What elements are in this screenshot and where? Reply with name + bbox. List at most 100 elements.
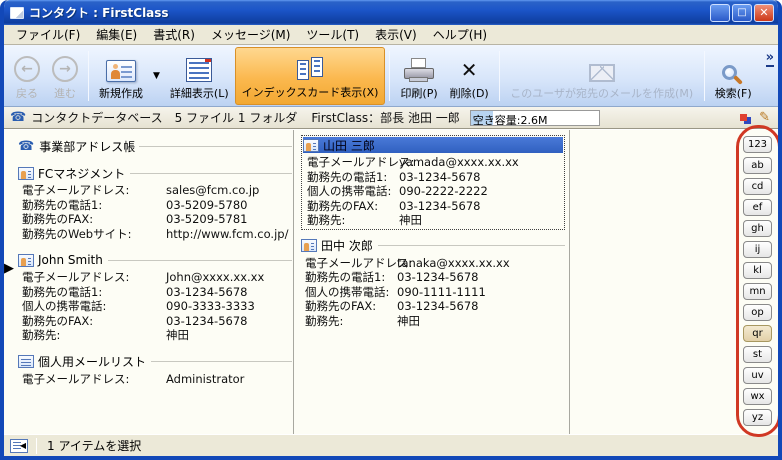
splitter-arrow[interactable]: ▶ xyxy=(4,262,14,276)
field-label: 電子メールアドレス: xyxy=(22,372,166,387)
index-tab-kl[interactable]: kl xyxy=(743,262,772,279)
create-mail-button[interactable]: このユーザが宛先のメールを作成(M) xyxy=(504,47,700,105)
field-label: 勤務先のFAX: xyxy=(22,314,166,329)
address-book-group-header[interactable]: ☎ 事業部アドレス帳 xyxy=(18,138,292,155)
back-button[interactable]: ← 戻る xyxy=(8,47,46,105)
field-label: 勤務先の電話1: xyxy=(22,198,166,213)
field-label: 勤務先のWebサイト: xyxy=(22,227,166,242)
new-item-dropdown-arrow[interactable]: ▼ xyxy=(149,71,164,81)
field-label: 勤務先: xyxy=(307,213,399,228)
free-space-label: 空き容量:2.6M xyxy=(473,112,548,126)
index-tab-gh[interactable]: gh xyxy=(743,220,772,237)
contact-field-row: 勤務先のWebサイト: http://www.fcm.co.jp/ xyxy=(22,227,292,242)
menu-item[interactable]: ヘルプ(H) xyxy=(425,25,495,44)
field-value: 神田 xyxy=(397,314,565,329)
field-value: 03-1234-5678 xyxy=(166,314,292,329)
menu-item[interactable]: 表示(V) xyxy=(367,25,425,44)
index-tab-ij[interactable]: ij xyxy=(743,241,772,258)
contact-field-row: 勤務先の電話1: 03-1234-5678 xyxy=(307,170,563,185)
field-label: 電子メールアドレス: xyxy=(22,270,166,285)
left-contact-panel: ☎ 事業部アドレス帳 FCマネジメント 電子メールアドレス: sales@fcm… xyxy=(12,130,292,397)
detail-list-icon xyxy=(186,58,212,82)
field-label: 電子メールアドレス: xyxy=(307,155,399,170)
index-tab-ef[interactable]: ef xyxy=(743,199,772,216)
database-summary: コンタクトデータベース 5 ファイル 1 フォルダ xyxy=(31,109,297,126)
window-icon xyxy=(10,7,24,19)
index-tab-st[interactable]: st xyxy=(743,346,772,363)
contact-card[interactable]: 田中 次郎 電子メールアドレス: tanaka@xxxx.xx.xx 勤務先の電… xyxy=(301,238,565,329)
contact-field-row: 勤務先: 神田 xyxy=(307,213,563,228)
printer-icon xyxy=(404,58,434,82)
pencil-icon[interactable]: ✎ xyxy=(759,110,770,125)
index-tab-mn[interactable]: mn xyxy=(743,283,772,300)
field-label: 勤務先のFAX: xyxy=(22,212,166,227)
flag-icon[interactable] xyxy=(740,114,747,121)
forward-button[interactable]: → 進む xyxy=(46,47,84,105)
field-value: 03-1234-5678 xyxy=(397,299,565,314)
contact-name: John Smith xyxy=(38,253,103,267)
close-button[interactable]: ✕ xyxy=(754,4,774,22)
field-label: 勤務先の電話1: xyxy=(305,270,397,285)
toolbar-separator xyxy=(389,51,390,101)
delete-button[interactable]: ✕ 削除(D) xyxy=(444,47,495,105)
field-label: 個人の携帯電話: xyxy=(305,285,397,300)
contact-field-row: 個人の携帯電話: 090-3333-3333 xyxy=(22,299,292,314)
contact-name: 個人用メールリスト xyxy=(38,353,146,370)
search-button[interactable]: 検索(F) xyxy=(709,47,758,105)
contact-card[interactable]: FCマネジメント 電子メールアドレス: sales@fcm.co.jp 勤務先の… xyxy=(18,165,292,241)
contact-field-row: 電子メールアドレス: Administrator xyxy=(22,372,292,387)
detail-view-button[interactable]: 詳細表示(L) xyxy=(164,47,235,105)
index-tab-123[interactable]: 123 xyxy=(743,136,772,153)
delete-x-icon: ✕ xyxy=(461,58,478,82)
field-value: http://www.fcm.co.jp/ xyxy=(166,227,292,242)
menu-item[interactable]: メッセージ(M) xyxy=(203,25,298,44)
field-value: Administrator xyxy=(166,372,292,387)
index-tab-wx[interactable]: wx xyxy=(743,388,772,405)
title-bar: コンタクト : FirstClass □ ✕ xyxy=(4,0,778,25)
menu-item[interactable]: 編集(E) xyxy=(88,25,145,44)
field-label: 勤務先のFAX: xyxy=(307,199,399,214)
print-button[interactable]: 印刷(P) xyxy=(394,47,443,105)
field-value: 03-5209-5781 xyxy=(166,212,292,227)
contact-field-row: 勤務先の電話1: 03-1234-5678 xyxy=(305,270,565,285)
toolbar: ← 戻る → 進む 新規作成 ▼ 詳細表示(L) インデックスカード表示(X) … xyxy=(4,45,778,107)
index-tab-yz[interactable]: yz xyxy=(743,409,772,426)
field-label: 勤務先の電話1: xyxy=(307,170,399,185)
contact-field-row: 勤務先のFAX: 03-1234-5678 xyxy=(305,299,565,314)
contact-name: 田中 次郎 xyxy=(321,237,373,254)
menu-item[interactable]: 書式(R) xyxy=(145,25,203,44)
menu-item[interactable]: ファイル(F) xyxy=(8,25,88,44)
minimize-button[interactable] xyxy=(710,4,730,22)
contact-card-icon xyxy=(301,239,317,252)
new-item-button[interactable]: 新規作成 xyxy=(93,47,149,105)
contact-card[interactable]: 山田 三郎 電子メールアドレス: yamada@xxxx.xx.xx 勤務先の電… xyxy=(301,135,565,230)
toolbar-separator xyxy=(499,51,500,101)
field-value: sales@fcm.co.jp xyxy=(166,183,292,198)
field-value: yamada@xxxx.xx.xx xyxy=(399,155,563,170)
forward-arrow-icon: → xyxy=(52,56,78,82)
field-value: 03-1234-5678 xyxy=(399,170,563,185)
field-label: 電子メールアドレス: xyxy=(22,183,166,198)
window-title: コンタクト : FirstClass xyxy=(29,4,708,21)
contact-card[interactable]: 個人用メールリスト 電子メールアドレス: Administrator xyxy=(18,354,292,387)
toolbar-overflow-chevron[interactable]: » xyxy=(766,53,774,67)
pane-toggle-icon[interactable] xyxy=(10,439,28,453)
index-cards-icon xyxy=(296,57,324,81)
index-tab-ab[interactable]: ab xyxy=(743,157,772,174)
selection-status: 1 アイテムを選択 xyxy=(47,437,141,454)
contact-card[interactable]: John Smith 電子メールアドレス: John@xxxx.xx.xx 勤務… xyxy=(18,252,292,343)
contact-field-row: 勤務先のFAX: 03-5209-5781 xyxy=(22,212,292,227)
account-name: FirstClass：部長 池田 一郎 xyxy=(311,109,459,126)
index-tab-uv[interactable]: uv xyxy=(743,367,772,384)
index-tab-cd[interactable]: cd xyxy=(743,178,772,195)
maximize-button[interactable]: □ xyxy=(732,4,752,22)
toolbar-separator xyxy=(704,51,705,101)
field-label: 勤務先: xyxy=(305,314,397,329)
index-tab-qr[interactable]: qr xyxy=(743,325,772,342)
field-label: 勤務先のFAX: xyxy=(305,299,397,314)
menu-item[interactable]: ツール(T) xyxy=(298,25,367,44)
index-tab-op[interactable]: op xyxy=(743,304,772,321)
index-card-view-button[interactable]: インデックスカード表示(X) xyxy=(235,47,386,105)
contact-field-row: 勤務先のFAX: 03-1234-5678 xyxy=(22,314,292,329)
contact-field-row: 勤務先の電話1: 03-1234-5678 xyxy=(22,285,292,300)
